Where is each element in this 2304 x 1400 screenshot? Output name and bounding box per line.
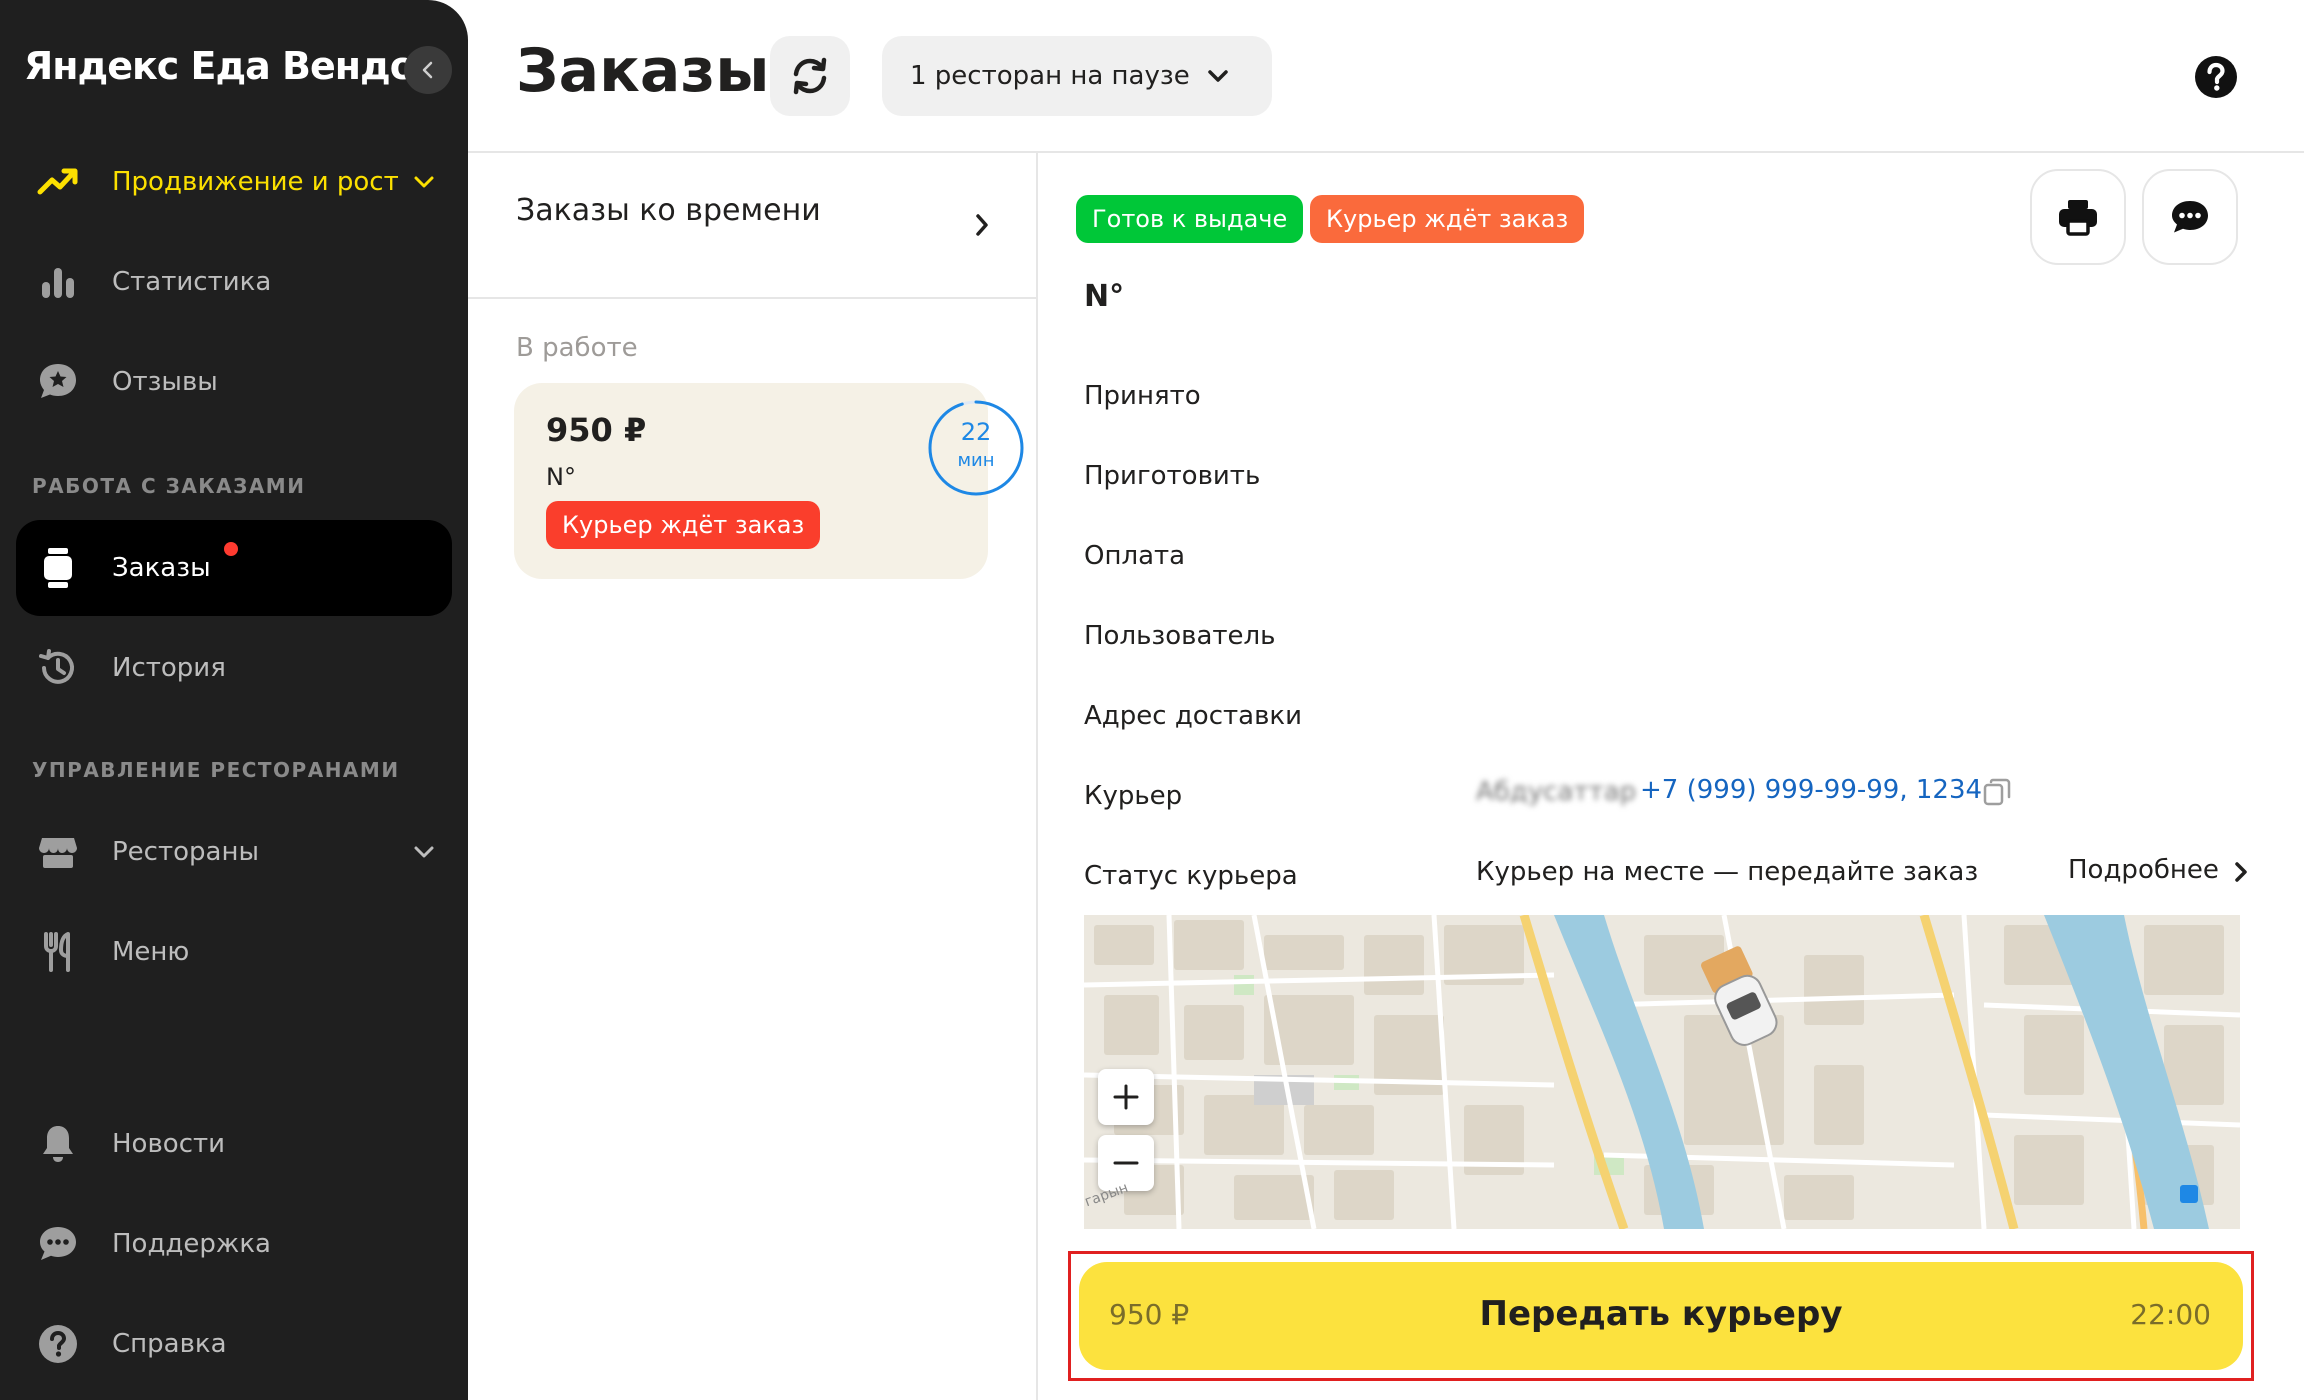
sidebar: Яндекс Еда Вендор Продвижение и рост Ста…: [0, 0, 468, 1400]
bell-icon: [34, 1120, 82, 1168]
sidebar-item-label: Меню: [112, 937, 190, 967]
courier-map[interactable]: гарын: [1084, 915, 2240, 1229]
print-button[interactable]: [2030, 169, 2126, 265]
status-badge: Курьер ждёт заказ: [546, 501, 821, 549]
brand-logo[interactable]: Яндекс Еда Вендор: [24, 44, 442, 88]
courier-status-label: Статус курьера: [1084, 861, 1298, 891]
sidebar-item-history[interactable]: История: [16, 620, 452, 716]
more-details-link[interactable]: Подробнее: [2068, 855, 2247, 885]
sidebar-item-menu[interactable]: Меню: [16, 904, 452, 1000]
header: Заказы 1 ресторан на паузе: [468, 0, 2304, 153]
order-card[interactable]: 950 ₽ N° Курьер ждёт заказ 22 мин: [514, 383, 1024, 579]
page-title: Заказы: [516, 36, 770, 106]
handover-to-courier-button[interactable]: 950 ₽ Передать курьеру 22:00: [1079, 1262, 2243, 1370]
address-label: Адрес доставки: [1084, 701, 1303, 731]
sidebar-item-label: Отзывы: [112, 367, 218, 397]
star-bubble-icon: [34, 358, 82, 406]
payment-label: Оплата: [1084, 541, 1186, 571]
scheduled-orders-link[interactable]: Заказы ко времени: [468, 153, 1036, 299]
chevron-right-icon: [976, 214, 988, 236]
sidebar-item-help[interactable]: Справка: [16, 1296, 452, 1392]
chevron-down-icon: [1208, 70, 1228, 82]
sidebar-item-news[interactable]: Новости: [16, 1096, 452, 1192]
chat-icon: [2172, 201, 2208, 233]
order-number: N°: [1084, 279, 1125, 314]
notification-dot: [224, 542, 238, 556]
courier-phone-link[interactable]: +7 (999) 999-99-99, 1234: [1640, 775, 1982, 805]
printer-icon: [2059, 200, 2097, 236]
timer-unit: мин: [957, 450, 995, 471]
sidebar-item-label: Продвижение и рост: [112, 167, 399, 197]
fork-knife-icon: [34, 928, 82, 976]
store-icon: [34, 828, 82, 876]
sidebar-item-label: Статистика: [112, 267, 272, 297]
sidebar-item-label: Справка: [112, 1329, 227, 1359]
courier-waiting-badge: Курьер ждёт заказ: [1310, 195, 1585, 243]
sidebar-item-support[interactable]: Поддержка: [16, 1196, 452, 1292]
sidebar-item-label: Заказы: [112, 553, 211, 583]
question-circle-icon: [2195, 56, 2237, 98]
chat-button[interactable]: [2142, 169, 2238, 265]
timer-value: 22: [960, 418, 992, 446]
handover-highlight-frame: 950 ₽ Передать курьеру 22:00: [1068, 1251, 2254, 1381]
chat-icon: [34, 1220, 82, 1268]
paused-restaurants-select[interactable]: 1 ресторан на паузе: [882, 36, 1272, 116]
courier-label: Курьер: [1084, 781, 1183, 811]
question-circle-icon: [34, 1320, 82, 1368]
chevron-down-icon[interactable]: [408, 166, 440, 198]
sidebar-item-orders[interactable]: Заказы: [16, 520, 452, 616]
bar-chart-icon: [34, 258, 82, 306]
chevron-down-icon[interactable]: [408, 836, 440, 868]
handover-label: Передать курьеру: [1479, 1294, 1843, 1334]
in-work-heading: В работе: [516, 333, 638, 363]
orders-list-column: Заказы ко времени В работе 950 ₽ N° Курь…: [468, 153, 1038, 1400]
minus-icon: [1113, 1161, 1139, 1165]
sidebar-item-reviews[interactable]: Отзывы: [16, 334, 452, 430]
section-title-orders: РАБОТА С ЗАКАЗАМИ: [32, 474, 306, 498]
trend-up-icon: [34, 158, 82, 206]
order-detail-panel: Готов к выдаче Курьер ждёт заказ N° Прин…: [1038, 153, 2304, 1400]
history-icon: [34, 644, 82, 692]
timer-ring: [928, 400, 1024, 496]
ready-badge: Готов к выдаче: [1076, 195, 1304, 243]
user-label: Пользователь: [1084, 621, 1276, 651]
paused-restaurants-label: 1 ресторан на паузе: [910, 61, 1190, 91]
copy-icon[interactable]: [1982, 777, 2012, 811]
plus-icon: [1113, 1084, 1139, 1110]
sidebar-item-stats[interactable]: Статистика: [16, 234, 452, 330]
order-timer: 22 мин: [926, 398, 1026, 498]
refresh-button[interactable]: [770, 36, 850, 116]
scheduled-orders-label: Заказы ко времени: [516, 193, 821, 228]
prepare-label: Приготовить: [1084, 461, 1261, 491]
map-tiles: [1084, 915, 2240, 1229]
zoom-in-button[interactable]: [1098, 1069, 1154, 1125]
watch-icon: [34, 544, 82, 592]
collapse-sidebar-button[interactable]: [404, 46, 452, 94]
refresh-icon: [793, 57, 827, 95]
sidebar-item-promo[interactable]: Продвижение и рост: [16, 134, 452, 230]
more-details-label: Подробнее: [2068, 855, 2219, 885]
order-price: 950 ₽: [546, 411, 647, 449]
handover-time: 22:00: [2130, 1298, 2211, 1331]
courier-status-value: Курьер на месте — передайте заказ: [1476, 857, 1979, 887]
order-number: N°: [546, 463, 576, 491]
sidebar-item-label: Поддержка: [112, 1229, 271, 1259]
help-button[interactable]: [2194, 55, 2238, 99]
accepted-label: Принято: [1084, 381, 1201, 411]
sidebar-item-label: Рестораны: [112, 837, 259, 867]
chevron-left-icon: [422, 61, 433, 79]
chevron-right-icon: [2235, 862, 2247, 882]
courier-name: Абдусаттар: [1476, 777, 1637, 807]
sidebar-item-label: Новости: [112, 1129, 226, 1159]
sidebar-item-label: История: [112, 653, 226, 683]
sidebar-item-restaurants[interactable]: Рестораны: [16, 804, 452, 900]
section-title-restaurants: УПРАВЛЕНИЕ РЕСТОРАНАМИ: [32, 758, 400, 782]
